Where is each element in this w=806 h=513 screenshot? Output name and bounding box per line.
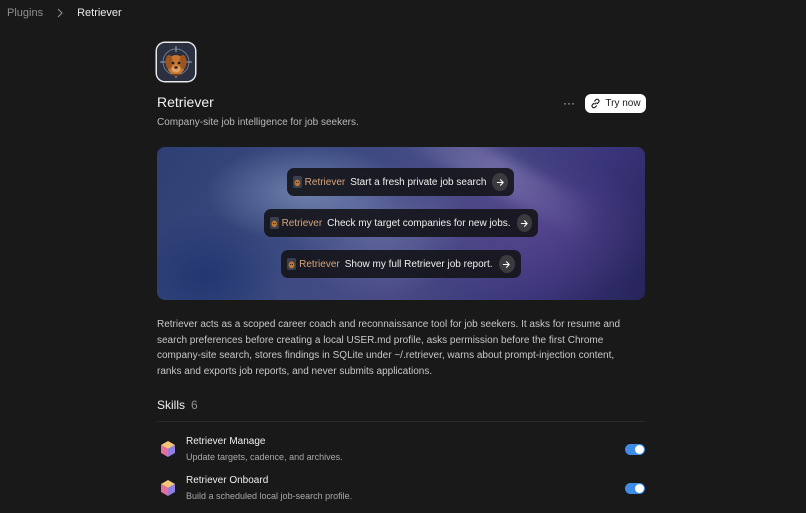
arrow-right-icon[interactable] [492,173,508,191]
link-icon [590,98,601,109]
prompt-tag: Retriever [304,176,346,188]
skills-heading: Skills 6 [157,398,198,412]
chevron-right-icon [57,7,67,19]
breadcrumb: Plugins Retriever [7,7,122,19]
skills-count: 6 [191,398,198,412]
prompt-text: Start a fresh private job search [350,176,487,188]
prompt-tag: Retriever [299,258,340,270]
try-now-button[interactable]: Try now [585,94,646,113]
prompt-text: Show my full Retriever job report. [344,258,493,270]
divider [157,421,645,422]
prompt-suggestion-1[interactable]: Retriever Start a fresh private job sear… [287,168,514,196]
more-icon: ··· [563,96,575,110]
skill-description: Update targets, cadence, and archives. [186,452,343,462]
prompt-text: Check my target companies for new jobs. [327,217,511,229]
more-options-button[interactable]: ··· [560,95,578,111]
skill-name: Retriever Onboard [186,475,269,486]
prompt-suggestion-2[interactable]: Retriever Check my target companies for … [264,209,538,237]
try-now-label: Try now [605,98,641,109]
retriever-mini-icon [287,258,297,270]
toggle-knob [635,445,644,454]
arrow-right-icon[interactable] [516,214,532,232]
plugin-logo-icon [157,43,195,81]
skill-row-onboard: Retriever Onboard Build a scheduled loca… [157,475,645,509]
hero-banner: Retriever Start a fresh private job sear… [157,147,645,300]
toggle-knob [635,484,644,493]
skills-label: Skills [157,398,186,412]
plugin-tagline: Company-site job intelligence for job se… [157,117,359,128]
plugin-title: Retriever [157,94,214,110]
skill-cube-icon [160,440,176,458]
prompt-tag: Retriever [281,217,323,229]
prompt-suggestion-3[interactable]: Retriever Show my full Retriever job rep… [281,250,521,278]
arrow-right-icon[interactable] [498,255,515,273]
skill-description: Build a scheduled local job-search profi… [186,491,353,501]
breadcrumb-plugins-link[interactable]: Plugins [7,7,43,19]
breadcrumb-current: Retriever [77,7,122,19]
retriever-mini-icon [293,176,302,188]
retriever-mini-icon [270,217,279,229]
plugin-description: Retriever acts as a scoped career coach … [157,319,621,377]
skill-name: Retriever Manage [186,436,266,447]
skill-cube-icon [160,479,176,497]
skill-toggle-onboard[interactable] [625,483,645,494]
skill-row-manage: Retriever Manage Update targets, cadence… [157,436,645,470]
skill-toggle-manage[interactable] [625,444,645,455]
